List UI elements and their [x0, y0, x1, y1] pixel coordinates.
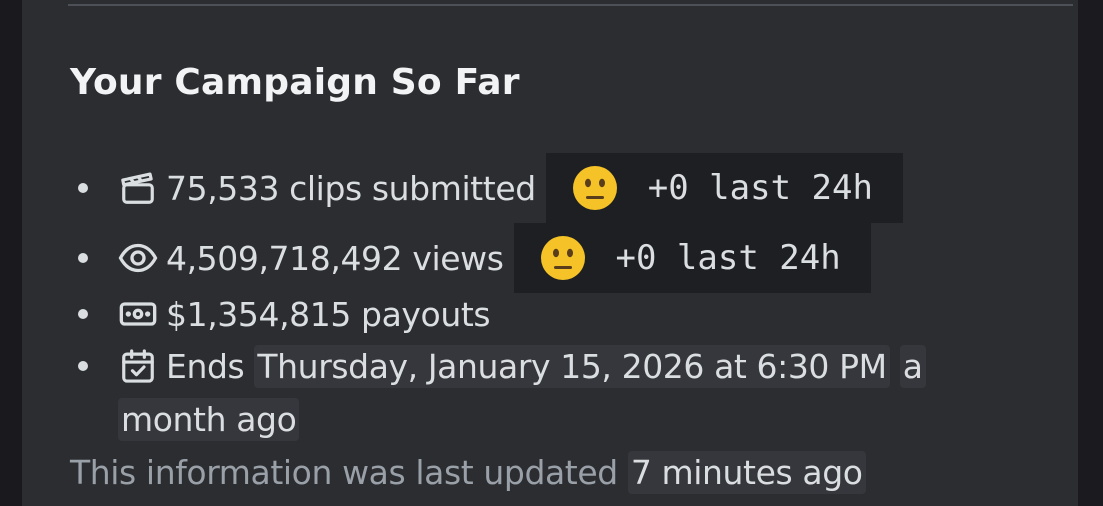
- bullet: [78, 309, 88, 319]
- channel-gutter: [0, 0, 22, 506]
- clapperboard-icon: [118, 168, 158, 208]
- calendar-check-icon: [118, 346, 158, 386]
- neutral-face-emoji-icon: [572, 165, 618, 211]
- embed-title: Your Campaign So Far: [70, 62, 520, 103]
- eye-icon: [118, 238, 158, 278]
- bullet: [78, 253, 88, 263]
- stat-row-payouts: $1,354,815 payouts: [70, 284, 491, 344]
- neutral-face-emoji-icon: [540, 235, 586, 281]
- ends-continuation: month ago: [118, 394, 300, 444]
- end-relative-timestamp-continued[interactable]: month ago: [118, 397, 300, 441]
- bullet: [78, 183, 88, 193]
- views-text: 4,509,718,492 views: [166, 238, 504, 278]
- stat-row-clips: 75,533 clips submitted +0 last 24h: [70, 153, 903, 223]
- views-change-code: +0 last 24h: [513, 223, 871, 293]
- clips-submitted-text: 75,533 clips submitted: [166, 168, 536, 208]
- stat-row-views: 4,509,718,492 views +0 last 24h: [70, 223, 871, 293]
- campaign-embed: Your Campaign So Far 75,533 clips submit…: [22, 0, 1078, 506]
- stat-row-ends: Ends Thursday, January 15, 2026 at 6:30 …: [70, 336, 926, 396]
- embed-footer: This information was last updated 7 minu…: [70, 446, 866, 498]
- clips-change-code: +0 last 24h: [545, 153, 903, 223]
- end-relative-timestamp[interactable]: a: [899, 344, 926, 388]
- ends-prefix: Ends: [166, 346, 245, 386]
- last-updated-timestamp[interactable]: 7 minutes ago: [627, 450, 866, 494]
- end-date-timestamp[interactable]: Thursday, January 15, 2026 at 6:30 PM: [254, 344, 890, 388]
- clips-change-text: +0 last 24h: [647, 168, 873, 208]
- payouts-text: $1,354,815 payouts: [166, 294, 491, 334]
- money-icon: [118, 294, 158, 334]
- bullet: [78, 361, 88, 371]
- footer-text: This information was last updated: [70, 452, 618, 492]
- views-change-text: +0 last 24h: [615, 238, 841, 278]
- embed-divider: [68, 4, 1073, 6]
